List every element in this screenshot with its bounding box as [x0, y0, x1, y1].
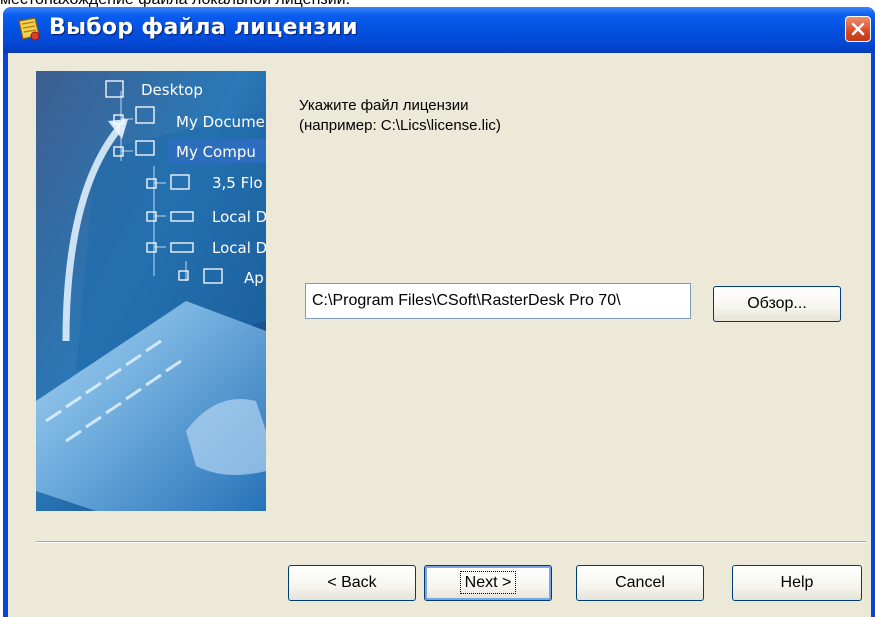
window-title: Выбор файла лицензии [49, 15, 358, 40]
back-button[interactable]: < Back [288, 565, 416, 601]
separator-line [36, 541, 866, 543]
instruction-line-1: Укажите файл лицензии [299, 97, 469, 114]
help-button[interactable]: Help [732, 565, 862, 601]
instruction-text: Укажите файл лицензии (например: C:\Lics… [299, 96, 501, 136]
tree-item-desktop: Desktop [141, 81, 203, 99]
dialog-client-area: Desktop My Docume My Compu 3,5 Flo Local… [8, 53, 871, 617]
tree-item-local-disk-1: Local D [212, 208, 266, 226]
app-license-icon [18, 17, 40, 41]
wizard-illustration [36, 71, 266, 511]
tree-item-local-disk-2: Local D [212, 239, 266, 257]
close-button[interactable] [845, 16, 871, 42]
tree-item-my-computer: My Compu [176, 143, 256, 161]
tree-item-ap: Ap [244, 269, 264, 287]
license-dialog: Выбор файла лицензии Desktop My Docume M… [3, 7, 875, 617]
close-icon [851, 22, 865, 36]
wizard-side-image: Desktop My Docume My Compu 3,5 Flo Local… [36, 71, 266, 511]
browse-button[interactable]: Обзор... [713, 286, 841, 322]
tree-item-floppy: 3,5 Flo [212, 174, 263, 192]
next-button-label: Next > [459, 571, 517, 594]
cancel-button[interactable]: Cancel [576, 565, 704, 601]
next-button[interactable]: Next > [424, 565, 552, 601]
license-path-input[interactable] [305, 283, 691, 319]
title-bar[interactable]: Выбор файла лицензии [3, 7, 875, 53]
tree-item-my-documents: My Docume [176, 113, 265, 131]
instruction-line-2: (например: C:\Lics\license.lic) [299, 117, 501, 134]
